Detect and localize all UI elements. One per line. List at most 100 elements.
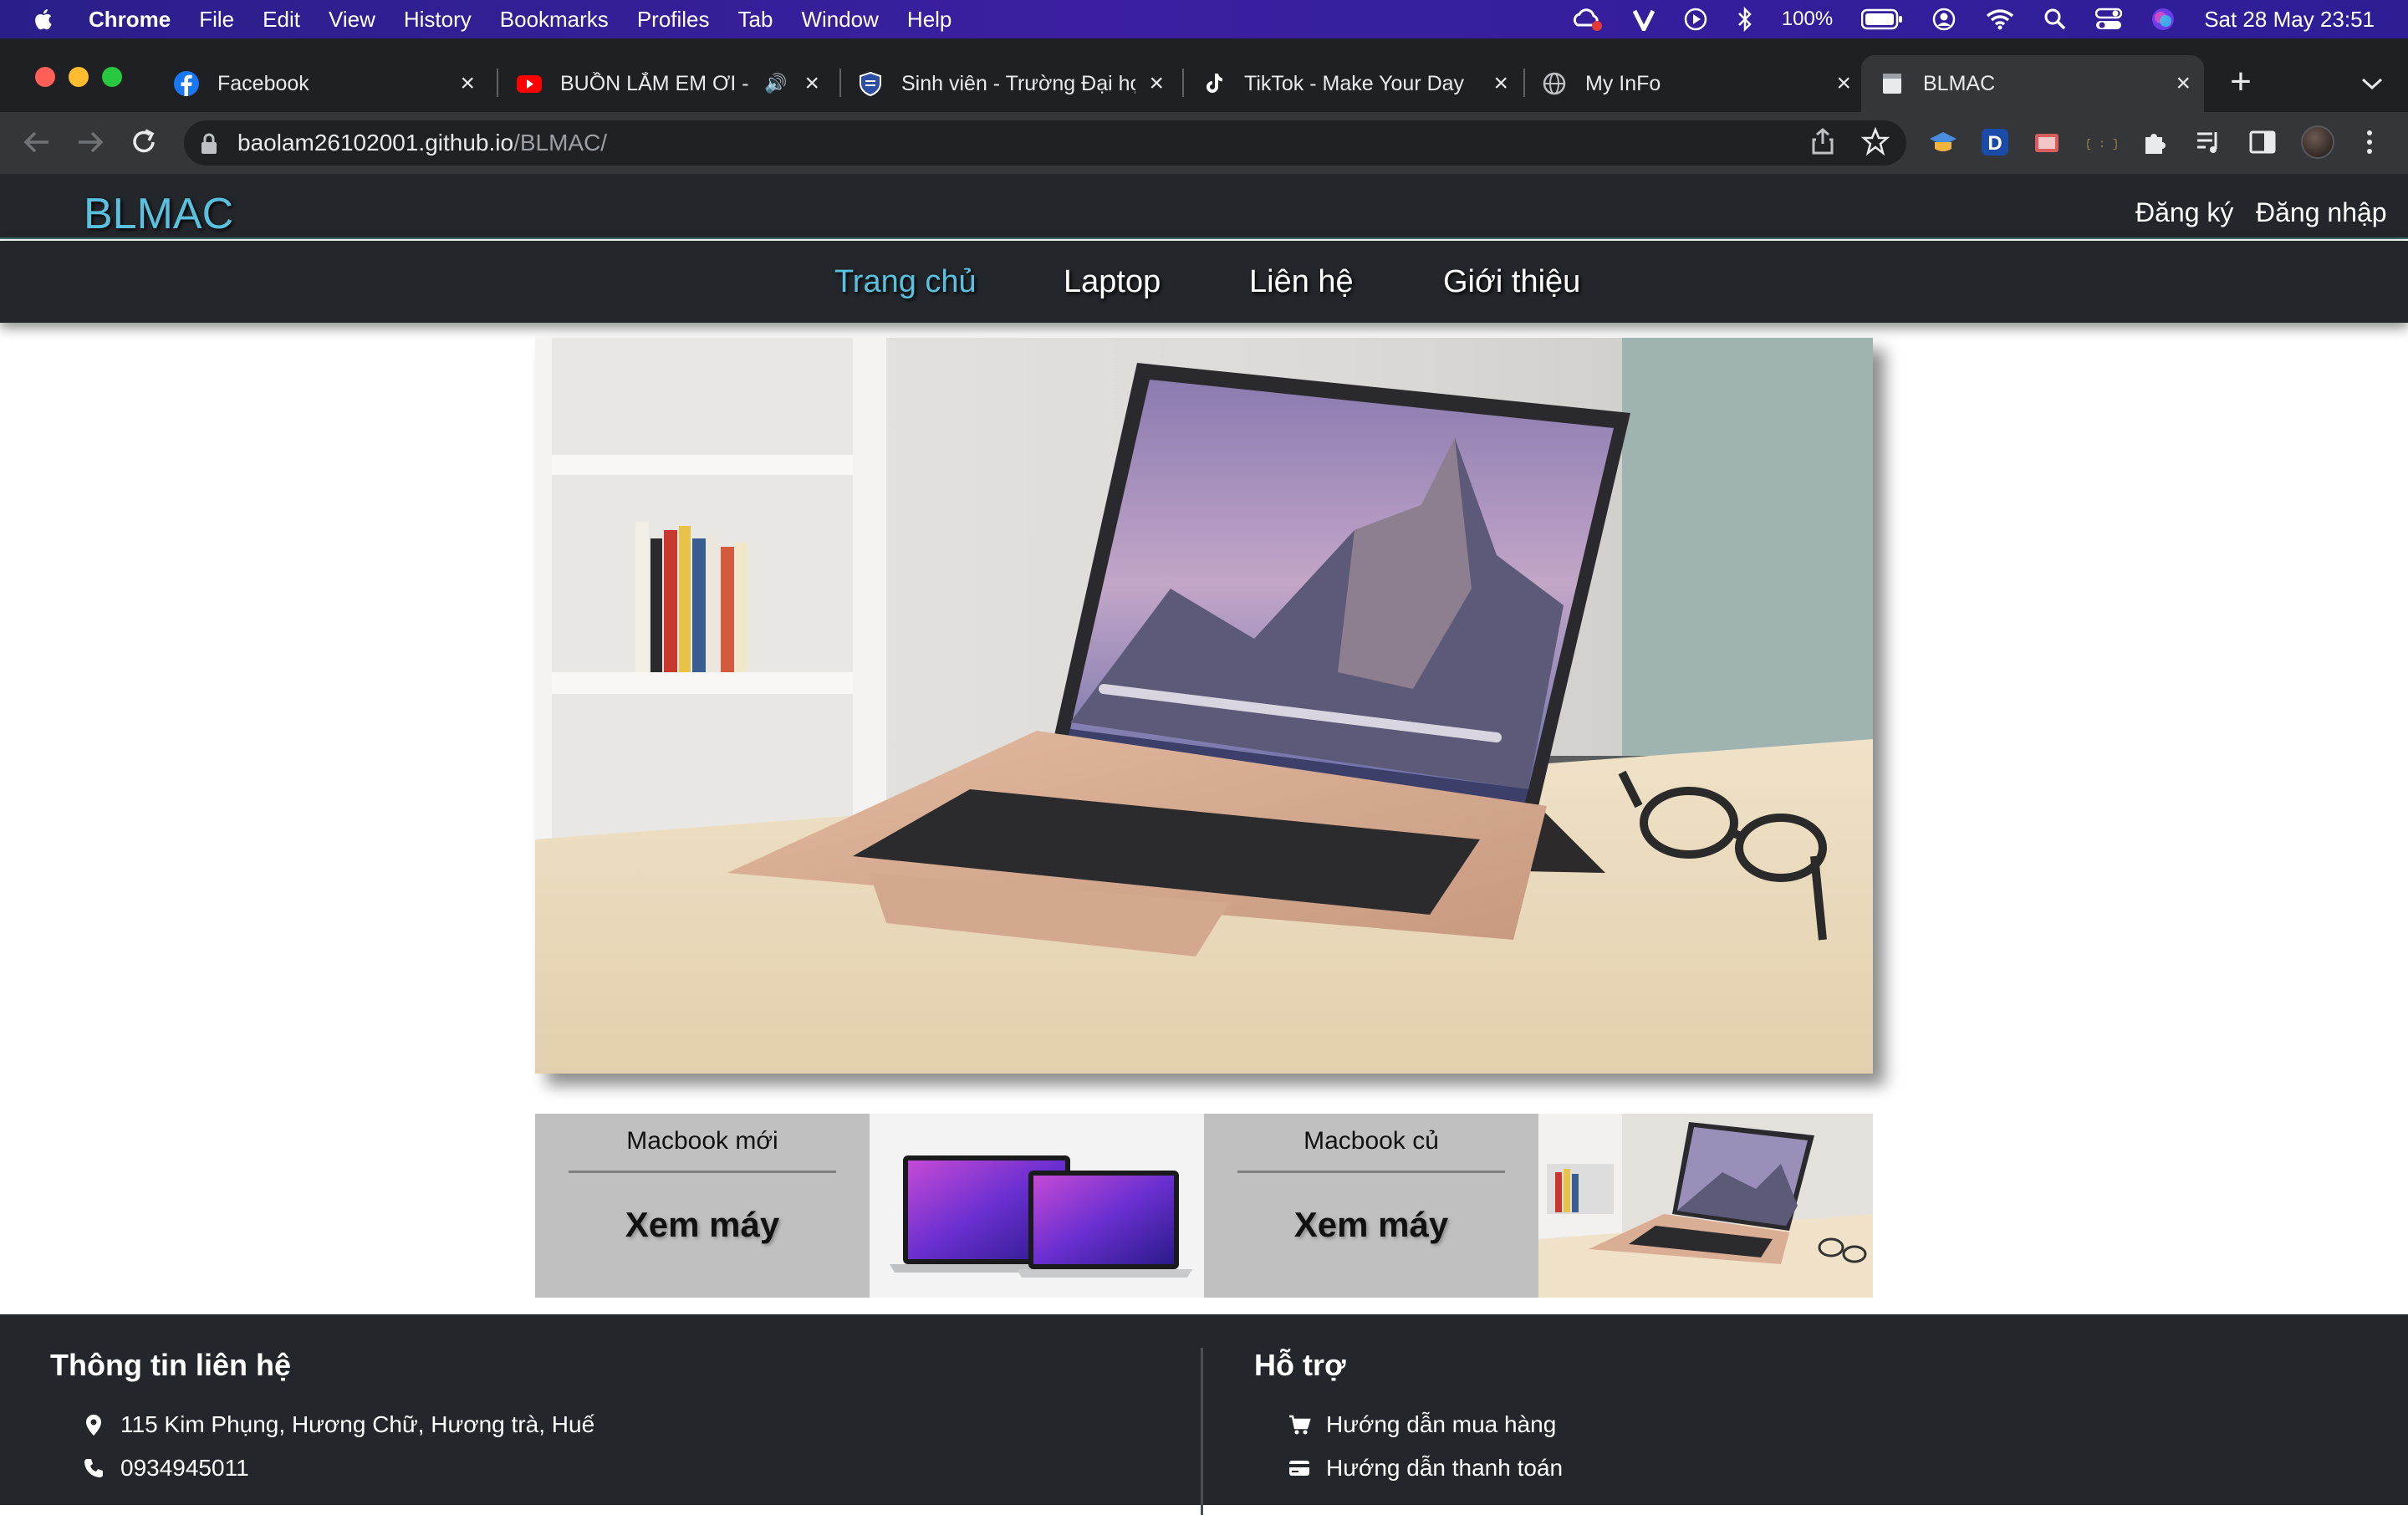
tab-close-icon[interactable]: × bbox=[2176, 69, 2191, 98]
extensions-puzzle-icon[interactable] bbox=[2140, 127, 2171, 157]
facebook-icon bbox=[174, 71, 199, 96]
nav-laptop[interactable]: Laptop bbox=[1064, 264, 1161, 300]
tab-title: Sinh viên - Trường Đại họ bbox=[901, 71, 1135, 95]
window-minimize-button[interactable] bbox=[69, 67, 89, 87]
siri-icon[interactable] bbox=[2150, 7, 2176, 32]
wifi-icon[interactable] bbox=[1985, 8, 2015, 31]
footer-phone: 0934945011 bbox=[82, 1455, 249, 1482]
support-heading: Hỗ trợ bbox=[1254, 1348, 1346, 1382]
menu-app-name[interactable]: Chrome bbox=[89, 7, 171, 33]
nav-home[interactable]: Trang chủ bbox=[834, 264, 977, 300]
lock-icon[interactable] bbox=[199, 132, 219, 156]
divider bbox=[1237, 1171, 1505, 1173]
support-item[interactable]: Hướng dẫn thanh toán bbox=[1288, 1455, 1563, 1482]
product-card-used[interactable]: Macbook củ Xem máy bbox=[1204, 1114, 1538, 1298]
screenshot-extension-icon[interactable] bbox=[2032, 127, 2062, 157]
spotlight-search-icon[interactable] bbox=[2043, 8, 2067, 31]
menu-bookmarks[interactable]: Bookmarks bbox=[500, 7, 609, 33]
forward-arrow-icon[interactable] bbox=[74, 127, 107, 157]
speaker-icon[interactable]: 🔊 bbox=[764, 73, 787, 94]
window-close-button[interactable] bbox=[35, 67, 55, 87]
tab-sinh-vien[interactable]: Sinh viên - Trường Đại họ × bbox=[846, 55, 1177, 112]
product-image-used-macbook bbox=[1538, 1114, 1873, 1298]
browser-menu-icon[interactable] bbox=[2360, 127, 2380, 157]
menu-history[interactable]: History bbox=[404, 7, 472, 33]
graduation-cap-extension-icon[interactable] bbox=[1928, 127, 1958, 157]
divider bbox=[569, 1171, 836, 1173]
tab-close-icon[interactable]: × bbox=[1836, 69, 1851, 98]
tab-search-chevron-icon[interactable] bbox=[2360, 75, 2385, 92]
menubar-clock: Sat 28 May 23:51 bbox=[2204, 6, 2375, 32]
json-extension-icon[interactable]: { : } bbox=[2087, 127, 2117, 157]
status-area: 100% Sat 28 May 23:51 bbox=[1571, 0, 2375, 38]
tab-close-icon[interactable]: × bbox=[1493, 69, 1508, 98]
tiktok-icon bbox=[1207, 74, 1222, 93]
side-panel-icon[interactable] bbox=[2247, 127, 2278, 157]
tab-facebook[interactable]: Facebook × bbox=[161, 55, 488, 112]
page-icon bbox=[1883, 74, 1901, 94]
share-icon[interactable] bbox=[1809, 127, 1836, 156]
tab-separator bbox=[839, 69, 841, 97]
tab-title: TikTok - Make Your Day bbox=[1244, 71, 1465, 95]
window-zoom-button[interactable] bbox=[102, 67, 122, 87]
tab-title: My InFo bbox=[1585, 71, 1661, 95]
tab-my-info[interactable]: My InFo × bbox=[1530, 55, 1865, 112]
bookmark-star-icon[interactable] bbox=[1861, 127, 1890, 156]
bluetooth-icon[interactable] bbox=[1737, 7, 1753, 32]
tab-separator bbox=[1523, 69, 1525, 97]
menu-window[interactable]: Window bbox=[801, 7, 878, 33]
site-navigation bbox=[0, 241, 2408, 323]
support-item-label: Hướng dẫn mua hàng bbox=[1326, 1411, 1557, 1437]
menu-profiles[interactable]: Profiles bbox=[637, 7, 710, 33]
user-account-icon[interactable] bbox=[1931, 7, 1956, 32]
media-control-icon[interactable] bbox=[2194, 127, 2224, 157]
phone-icon bbox=[84, 1459, 103, 1477]
tab-youtube[interactable]: BUỒN LẮM EM ƠI - T 🔊 × bbox=[505, 55, 833, 112]
register-link[interactable]: Đăng ký bbox=[2135, 197, 2233, 228]
menu-file[interactable]: File bbox=[199, 7, 234, 33]
apple-menu-icon[interactable] bbox=[32, 7, 57, 32]
address-bar[interactable]: baolam26102001.github.io/BLMAC/ bbox=[184, 120, 1906, 166]
menu-help[interactable]: Help bbox=[907, 7, 951, 33]
site-footer: Thông tin liên hệ 115 Kim Phụng, Hương C… bbox=[0, 1314, 2408, 1515]
map-pin-icon bbox=[86, 1415, 101, 1436]
address-text: 115 Kim Phụng, Hương Chữ, Hương trà, Huế bbox=[120, 1411, 595, 1437]
product-title: Macbook mới bbox=[626, 1127, 778, 1155]
hero-image bbox=[535, 338, 1873, 1074]
vimeo-icon[interactable] bbox=[1632, 8, 1655, 31]
battery-percent: 100% bbox=[1781, 8, 1834, 30]
reload-icon[interactable] bbox=[127, 125, 161, 159]
view-product-button[interactable]: Xem máy bbox=[535, 1205, 870, 1245]
nav-contact[interactable]: Liên hệ bbox=[1249, 264, 1354, 300]
menu-edit[interactable]: Edit bbox=[263, 7, 300, 33]
product-card-new[interactable]: Macbook mới Xem máy bbox=[535, 1114, 870, 1298]
control-center-icon[interactable] bbox=[2095, 8, 2123, 31]
tab-close-icon[interactable]: × bbox=[804, 69, 819, 98]
tab-close-icon[interactable]: × bbox=[1149, 69, 1164, 98]
profile-avatar[interactable] bbox=[2301, 125, 2334, 159]
credit-card-icon bbox=[1289, 1461, 1309, 1476]
menu-tab[interactable]: Tab bbox=[738, 7, 773, 33]
tab-separator bbox=[497, 69, 498, 97]
phone-text[interactable]: 0934945011 bbox=[120, 1455, 249, 1482]
tab-title: Facebook bbox=[217, 71, 309, 95]
nav-about[interactable]: Giới thiệu bbox=[1443, 264, 1580, 300]
tab-close-icon[interactable]: × bbox=[460, 69, 475, 98]
url-path: /BLMAC/ bbox=[513, 130, 608, 156]
back-arrow-icon[interactable] bbox=[20, 127, 54, 157]
support-item[interactable]: Hướng dẫn mua hàng bbox=[1288, 1411, 1556, 1438]
footer-address: 115 Kim Phụng, Hương Chữ, Hương trà, Huế bbox=[82, 1411, 594, 1438]
product-title: Macbook củ bbox=[1303, 1127, 1439, 1155]
tab-blmac[interactable]: BLMAC × bbox=[1861, 55, 2204, 112]
tab-tiktok[interactable]: TikTok - Make Your Day × bbox=[1189, 55, 1522, 112]
view-product-button[interactable]: Xem máy bbox=[1204, 1205, 1538, 1245]
menu-view[interactable]: View bbox=[329, 7, 375, 33]
site-logo[interactable]: BLMAC bbox=[84, 189, 233, 239]
dashlane-extension-icon[interactable]: D bbox=[1980, 127, 2010, 157]
battery-icon[interactable] bbox=[1861, 8, 1903, 30]
play-icon[interactable] bbox=[1683, 7, 1708, 32]
login-link[interactable]: Đăng nhập bbox=[2256, 197, 2387, 228]
new-tab-button[interactable]: + bbox=[2224, 64, 2258, 100]
creative-cloud-icon[interactable] bbox=[1571, 7, 1604, 32]
product-image-new-macbook bbox=[870, 1114, 1204, 1298]
